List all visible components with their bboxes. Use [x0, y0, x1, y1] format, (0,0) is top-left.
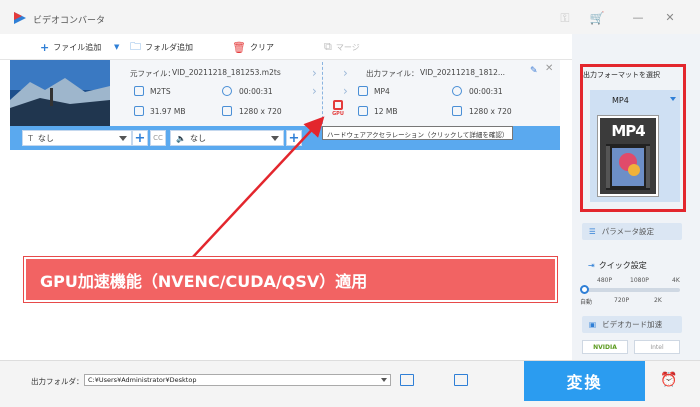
- add-file-label: ファイル追加: [53, 42, 102, 52]
- format-panel-title: 出力フォーマットを選択: [583, 71, 660, 79]
- merge-icon: ⧉: [324, 40, 332, 53]
- open-folder-icon[interactable]: [454, 374, 468, 386]
- mp4-format-card-icon[interactable]: MP4: [598, 116, 658, 196]
- cc-icon[interactable]: CC: [150, 130, 166, 146]
- trash-icon: 🗑: [232, 40, 246, 54]
- source-size: 31.97 MB: [150, 107, 186, 116]
- resolution-icon: [222, 106, 232, 116]
- title-bar: ビデオコンバータ ⚿ 🛒 — ✕: [0, 0, 700, 34]
- nvidia-badge[interactable]: NVIDIA: [582, 340, 628, 354]
- quick-settings-title: ⇥ クイック設定: [588, 260, 647, 271]
- app-logo-icon: [14, 12, 26, 24]
- close-window-button[interactable]: ✕: [662, 10, 678, 24]
- parameter-settings-label: パラメータ設定: [601, 227, 655, 236]
- format-icon: [358, 86, 368, 96]
- browse-folder-icon[interactable]: [400, 374, 414, 386]
- quality-480p-label: 480P: [597, 277, 613, 284]
- output-format: MP4: [374, 87, 390, 96]
- add-folder-label: フォルダ追加: [145, 42, 193, 52]
- arrow-right-icon: ⇥: [588, 261, 595, 270]
- quality-auto-label: 自動: [580, 299, 593, 306]
- folder-icon: [358, 106, 368, 116]
- cart-icon[interactable]: 🛒: [588, 9, 606, 27]
- minimize-button[interactable]: —: [630, 10, 646, 24]
- output-size: 12 MB: [374, 107, 398, 116]
- chevron-down-icon[interactable]: [670, 97, 676, 101]
- chevron-down-icon: [271, 136, 279, 141]
- add-folder-button[interactable]: 🗀 フォルダ追加: [130, 40, 193, 54]
- output-folder-path: C:¥Users¥Administrator¥Desktop: [88, 376, 197, 384]
- text-icon: T: [28, 133, 33, 143]
- gpu-label: GPU: [332, 111, 344, 117]
- clear-button[interactable]: 🗑 クリア: [232, 40, 274, 54]
- merge-label: マージ: [335, 42, 360, 52]
- quick-settings-label: クイック設定: [598, 261, 647, 270]
- output-file-name: VID_20211218_1812...: [420, 68, 506, 77]
- film-art-icon: [606, 144, 650, 190]
- app-title: ビデオコンバータ: [33, 16, 106, 26]
- folder-plus-icon: 🗀: [130, 39, 141, 53]
- quality-2k-label: 2K: [654, 297, 662, 304]
- quality-4k-label: 4K: [672, 277, 680, 284]
- folder-icon: [134, 106, 144, 116]
- gpu-tooltip: ハードウェアアクセラレーション（クリックして詳細を確認）: [322, 126, 514, 140]
- add-audio-button[interactable]: +: [286, 130, 302, 146]
- gpu-card-accel-label: ビデオカード加速: [602, 320, 663, 329]
- parameter-settings-button[interactable]: ☰ パラメータ設定: [582, 223, 682, 240]
- intel-badge[interactable]: Intel: [634, 340, 680, 354]
- remove-file-icon[interactable]: ✕: [545, 63, 553, 74]
- add-file-dropdown-icon[interactable]: ▼: [114, 40, 119, 54]
- speaker-icon: 🔈: [176, 133, 186, 143]
- quality-slider[interactable]: [584, 288, 680, 292]
- alarm-clock-icon[interactable]: ⏰: [660, 372, 677, 388]
- divider: [322, 62, 323, 124]
- convert-button[interactable]: 変換: [524, 361, 645, 401]
- chevron-right-icon: ›: [343, 66, 348, 80]
- quality-1080p-label: 1080P: [630, 277, 649, 284]
- file-item: 元ファイル： VID_20211218_181253.m2ts M2TS 00:…: [10, 60, 560, 126]
- plus-icon: +: [40, 40, 50, 54]
- gpu-card-accel-button[interactable]: ▣ ビデオカード加速: [582, 316, 682, 333]
- source-file-name: VID_20211218_181253.m2ts: [172, 68, 281, 77]
- chevron-down-icon: [381, 378, 387, 382]
- output-duration: 00:00:31: [469, 87, 503, 96]
- audio-value: なし: [189, 133, 206, 143]
- video-thumbnail[interactable]: [10, 60, 110, 126]
- add-subtitle-button[interactable]: +: [132, 130, 148, 146]
- output-file-label: 出力ファイル：: [366, 69, 419, 78]
- quality-720p-label: 720P: [614, 297, 630, 304]
- output-folder-select[interactable]: C:¥Users¥Administrator¥Desktop: [84, 374, 391, 386]
- sliders-icon: ☰: [589, 227, 596, 236]
- source-resolution: 1280 x 720: [239, 107, 282, 116]
- chip-icon: ▣: [589, 320, 597, 329]
- audio-select[interactable]: 🔈 なし: [170, 130, 284, 146]
- resolution-icon: [452, 106, 462, 116]
- clear-label: クリア: [249, 42, 274, 52]
- annotation-callout: GPU加速機能（NVENC/CUDA/QSV）適用: [24, 257, 557, 302]
- gpu-acceleration-button[interactable]: GPU: [328, 100, 348, 122]
- mp4-card-label: MP4: [611, 122, 645, 140]
- edit-pen-icon[interactable]: ✎: [530, 66, 538, 76]
- source-file-label: 元ファイル：: [130, 69, 175, 78]
- clock-icon: [452, 86, 462, 96]
- chevron-down-icon: [119, 136, 127, 141]
- subtitle-select[interactable]: T なし: [22, 130, 132, 146]
- format-name: MP4: [612, 96, 629, 105]
- output-resolution: 1280 x 720: [469, 107, 512, 116]
- chevron-right-icon: ›: [312, 66, 317, 80]
- subtitle-value: なし: [37, 133, 54, 143]
- clock-icon: [222, 86, 232, 96]
- quality-slider-handle[interactable]: [580, 285, 589, 294]
- format-icon: [134, 86, 144, 96]
- add-file-button[interactable]: + ファイル追加: [40, 40, 101, 54]
- output-folder-label: 出力フォルダ：: [31, 377, 84, 386]
- key-icon[interactable]: ⚿: [556, 9, 574, 27]
- chevron-right-icon: ›: [312, 84, 317, 98]
- source-duration: 00:00:31: [239, 87, 273, 96]
- gpu-chip-icon: [333, 100, 343, 110]
- merge-button[interactable]: ⧉ マージ: [324, 40, 360, 54]
- toolbar: + ファイル追加 ▼ 🗀 フォルダ追加 🗑 クリア ⧉ マージ: [0, 34, 572, 60]
- chevron-right-icon: ›: [343, 84, 348, 98]
- source-format: M2TS: [150, 87, 171, 96]
